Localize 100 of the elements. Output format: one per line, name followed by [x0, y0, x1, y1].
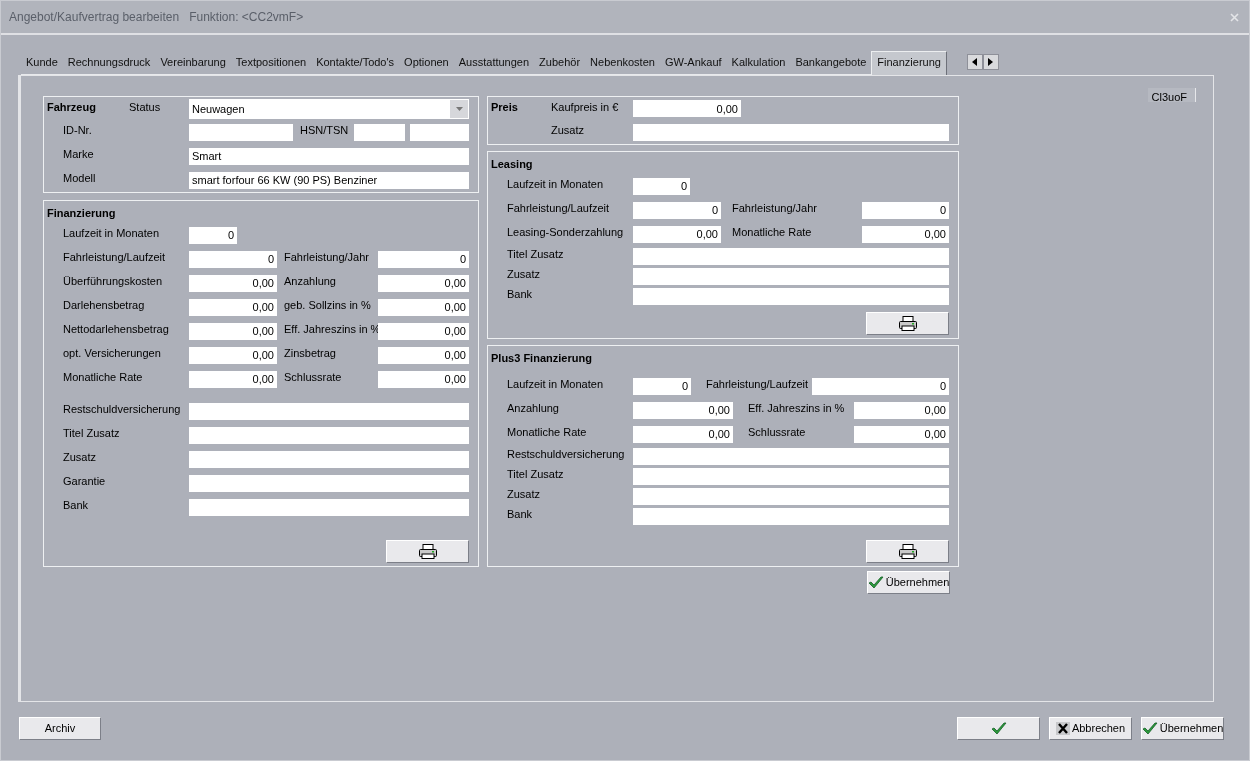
input-field[interactable]: 0,00 — [854, 425, 949, 443]
cross-icon — [1055, 722, 1070, 735]
field-label: Garantie — [63, 473, 107, 489]
field-label: Zusatz — [507, 266, 541, 282]
print-button[interactable] — [866, 312, 949, 335]
field-label: Bank — [63, 497, 90, 513]
tab[interactable]: Rechnungsdruck — [62, 50, 156, 75]
arrow-left-icon — [972, 58, 978, 66]
tab[interactable]: GW-Ankauf — [659, 50, 727, 75]
input-field[interactable] — [633, 467, 949, 485]
field-label: Titel Zusatz — [63, 425, 121, 441]
input-field[interactable]: 0 — [633, 177, 690, 195]
field-label: Eff. Jahreszins in % — [748, 400, 846, 416]
group-title: Plus3 Finanzierung — [491, 351, 593, 366]
field-label: Nettodarlehensbetrag — [63, 321, 170, 337]
caret-icon — [455, 106, 463, 111]
input-field[interactable]: 0,00 — [189, 322, 277, 340]
input-field[interactable]: 0,00 — [189, 346, 277, 364]
input-field[interactable]: 0 — [812, 377, 949, 395]
input-field[interactable]: 0,00 — [633, 401, 733, 419]
input-field[interactable] — [633, 123, 949, 141]
print-button[interactable] — [866, 540, 949, 563]
field-label: ID-Nr. — [63, 123, 93, 139]
field-label: Anzahlung — [284, 273, 337, 289]
field-label: Monatliche Rate — [507, 424, 588, 440]
input-field[interactable] — [189, 450, 469, 468]
input-field[interactable]: 0 — [189, 226, 237, 244]
input-field[interactable]: 0,00 — [189, 274, 277, 292]
input-field[interactable]: 0 — [862, 201, 949, 219]
checkmark-icon — [990, 721, 1007, 736]
input-field[interactable] — [189, 124, 293, 142]
apply-button[interactable]: Übernehmen — [867, 571, 950, 594]
record-code: Cl3uoF — [1147, 88, 1196, 102]
field-label: Leasing-Sonderzahlung — [507, 224, 625, 240]
input-field[interactable]: Smart — [189, 147, 469, 165]
field-label: opt. Versicherungen — [63, 345, 162, 361]
input-field[interactable] — [633, 247, 949, 265]
field-label: Kaufpreis in € — [551, 99, 620, 115]
close-button[interactable] — [1230, 12, 1239, 22]
tab[interactable]: Ausstattungen — [453, 50, 535, 75]
field-label: Zinsbetrag — [284, 345, 337, 361]
group-title: Fahrzeug — [47, 99, 97, 115]
field-label: Fahrleistung/Jahr — [732, 200, 818, 216]
input-field[interactable] — [189, 426, 469, 444]
scroll-left-button[interactable] — [966, 54, 983, 70]
input-field[interactable]: 0,00 — [378, 370, 469, 388]
field-label: Modell — [63, 170, 97, 186]
field-label: Fahrleistung/Jahr — [284, 249, 370, 265]
input-field[interactable] — [633, 287, 949, 305]
input-field[interactable]: 0,00 — [633, 225, 721, 243]
tab[interactable]: Nebenkosten — [585, 50, 660, 75]
input-field[interactable] — [189, 474, 469, 492]
input-field[interactable]: 0,00 — [378, 274, 469, 292]
tab[interactable]: Kalkulation — [726, 50, 791, 75]
input-field[interactable]: smart forfour 66 KW (90 PS) Benziner — [189, 171, 469, 189]
input-field[interactable] — [354, 124, 405, 142]
archive-button[interactable]: Archiv — [19, 717, 101, 740]
input-field[interactable]: 0,00 — [378, 322, 469, 340]
input-field[interactable] — [410, 124, 469, 142]
input-field[interactable] — [633, 267, 949, 285]
apply-button[interactable]: Übernehmen — [1141, 717, 1224, 740]
field-label: Laufzeit in Monaten — [507, 176, 604, 192]
window-title: Angebot/Kaufvertrag bearbeiten — [9, 9, 180, 26]
input-field[interactable]: 0,00 — [862, 225, 949, 243]
printer-icon — [898, 544, 917, 559]
status-dropdown[interactable]: Neuwagen — [189, 98, 469, 119]
printer-icon — [898, 316, 917, 331]
input-field[interactable]: 0 — [189, 250, 277, 268]
tab[interactable]: Finanzierung — [871, 50, 947, 75]
tab[interactable]: Textpositionen — [230, 50, 312, 75]
field-label: Status — [129, 99, 162, 115]
printer-icon — [418, 544, 437, 559]
input-field[interactable] — [633, 507, 949, 525]
input-field[interactable]: 0,00 — [378, 346, 469, 364]
input-field[interactable]: 0,00 — [189, 298, 277, 316]
cancel-button[interactable]: Abbrechen — [1049, 717, 1132, 740]
ok-button[interactable] — [957, 717, 1040, 740]
input-field[interactable] — [633, 487, 949, 505]
input-field[interactable]: 0 — [633, 377, 691, 395]
tab[interactable]: Optionen — [399, 50, 454, 75]
tab[interactable]: Vereinbarung — [155, 50, 231, 75]
group-title: Finanzierung — [47, 206, 117, 221]
input-field[interactable]: 0,00 — [854, 401, 949, 419]
input-field[interactable]: 0,00 — [378, 298, 469, 316]
input-field[interactable]: 0,00 — [633, 100, 741, 118]
print-button[interactable] — [386, 540, 469, 563]
input-field[interactable]: 0,00 — [189, 370, 277, 388]
input-field[interactable]: 0 — [633, 201, 721, 219]
field-label: Darlehensbetrag — [63, 297, 146, 313]
field-label: Zusatz — [63, 449, 97, 465]
input-field[interactable]: 0 — [378, 250, 469, 268]
field-label: Titel Zusatz — [507, 246, 565, 262]
input-field[interactable]: 0,00 — [633, 425, 733, 443]
input-field[interactable] — [633, 447, 949, 465]
input-field[interactable] — [189, 402, 469, 420]
tab[interactable]: Kontakte/Todo's — [311, 50, 400, 75]
input-field[interactable] — [189, 498, 469, 516]
tab[interactable]: Zubehör — [534, 50, 586, 75]
field-label: Schlussrate — [748, 424, 807, 440]
tab[interactable]: Kunde — [21, 50, 63, 75]
